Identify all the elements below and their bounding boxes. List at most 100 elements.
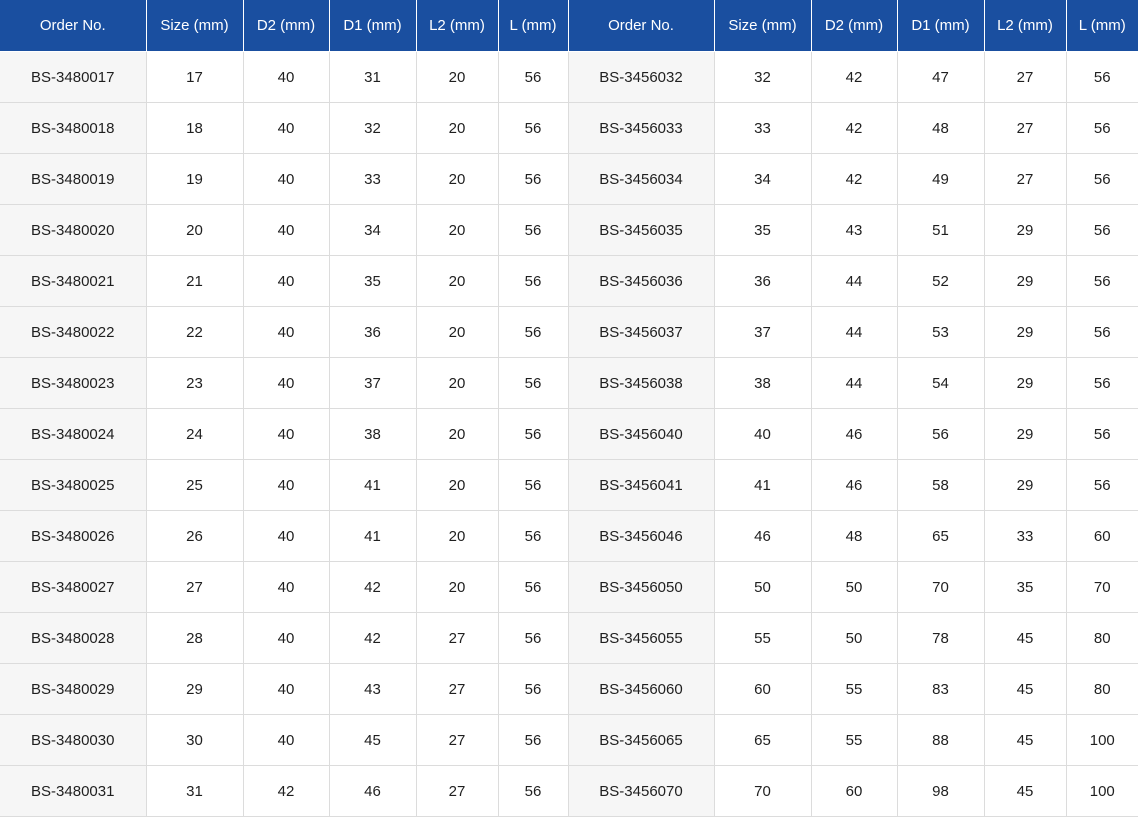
cell-size-2: 40 [713, 408, 812, 460]
cell-d2: 40 [242, 663, 330, 715]
cell-l2-2: 33 [983, 510, 1067, 562]
cell-d2: 40 [242, 561, 330, 613]
cell-d2: 40 [242, 408, 330, 460]
cell-l2: 27 [415, 612, 499, 664]
cell-d1-2: 56 [896, 408, 985, 460]
cell-d2-2: 42 [810, 153, 898, 205]
cell-l2: 20 [415, 102, 499, 154]
cell-l: 56 [497, 306, 569, 358]
cell-l-2: 56 [1065, 102, 1138, 154]
cell-l: 56 [497, 510, 569, 562]
cell-d2-2: 50 [810, 561, 898, 613]
cell-size-2: 36 [713, 255, 812, 307]
header-l2-2: L2 (mm) [984, 0, 1067, 52]
cell-l2: 20 [415, 510, 499, 562]
cell-d1: 41 [328, 510, 417, 562]
cell-d2-2: 43 [810, 204, 898, 256]
product-spec-table: Order No. Size (mm) D2 (mm) D1 (mm) L2 (… [0, 0, 1138, 817]
cell-l-2: 56 [1065, 357, 1138, 409]
cell-l-2: 56 [1065, 204, 1138, 256]
cell-l: 56 [497, 714, 569, 766]
cell-order-no: BS-3480030 [0, 714, 147, 766]
table-row: BS-3480028 28 40 42 27 56 BS-3456055 55 50 78 45 80 [0, 612, 1138, 664]
cell-order-no-2: BS-3456070 [567, 765, 715, 817]
cell-d2: 40 [242, 306, 330, 358]
table-row: BS-3480030 30 40 45 27 56 BS-3456065 65 55 88 45 10… [0, 714, 1138, 766]
cell-order-no: BS-3480020 [0, 204, 147, 256]
table-row: BS-3480031 31 42 46 27 56 BS-3456070 70 60 98 45 10… [0, 765, 1138, 817]
cell-d1: 45 [328, 714, 417, 766]
cell-size-2: 32 [713, 51, 812, 103]
cell-d2-2: 46 [810, 459, 898, 511]
cell-d1: 34 [328, 204, 417, 256]
cell-d2: 40 [242, 51, 330, 103]
cell-order-no: BS-3480027 [0, 561, 147, 613]
cell-size: 23 [145, 357, 244, 409]
table-row: BS-3480017 17 40 31 20 56 BS-3456032 32 42 47 27 56 [0, 51, 1138, 103]
cell-l2: 27 [415, 714, 499, 766]
cell-size: 28 [145, 612, 244, 664]
cell-d2: 40 [242, 459, 330, 511]
cell-l2: 20 [415, 408, 499, 460]
cell-order-no: BS-3480026 [0, 510, 147, 562]
cell-l: 56 [497, 612, 569, 664]
cell-order-no-2: BS-3456036 [567, 255, 715, 307]
cell-l: 56 [497, 255, 569, 307]
cell-d1: 43 [328, 663, 417, 715]
table-row: BS-3480023 23 40 37 20 56 BS-3456038 38 44 54 29 56 [0, 357, 1138, 409]
cell-l: 56 [497, 561, 569, 613]
cell-size: 31 [145, 765, 244, 817]
cell-l: 56 [497, 663, 569, 715]
cell-l-2: 60 [1065, 510, 1138, 562]
cell-order-no-2: BS-3456032 [567, 51, 715, 103]
cell-l2: 20 [415, 459, 499, 511]
header-order-no: Order No. [0, 0, 147, 52]
cell-l2: 27 [415, 663, 499, 715]
cell-size-2: 55 [713, 612, 812, 664]
table-header-row: Order No. Size (mm) D2 (mm) D1 (mm) L2 (… [0, 0, 1138, 52]
cell-d1-2: 70 [896, 561, 985, 613]
cell-l2-2: 35 [983, 561, 1067, 613]
cell-l-2: 80 [1065, 663, 1138, 715]
cell-l: 56 [497, 765, 569, 817]
cell-l2-2: 45 [983, 663, 1067, 715]
cell-size: 29 [145, 663, 244, 715]
cell-d2: 40 [242, 102, 330, 154]
cell-l: 56 [497, 459, 569, 511]
table-row: BS-3480024 24 40 38 20 56 BS-3456040 40 46 56 29 56 [0, 408, 1138, 460]
cell-order-no-2: BS-3456034 [567, 153, 715, 205]
cell-order-no: BS-3480025 [0, 459, 147, 511]
cell-d1: 41 [328, 459, 417, 511]
cell-l2-2: 27 [983, 51, 1067, 103]
cell-l2: 20 [415, 357, 499, 409]
cell-d1: 37 [328, 357, 417, 409]
cell-l-2: 100 [1065, 765, 1138, 817]
cell-d1-2: 78 [896, 612, 985, 664]
cell-order-no: BS-3480029 [0, 663, 147, 715]
cell-size: 21 [145, 255, 244, 307]
header-d1-2: D1 (mm) [897, 0, 985, 52]
cell-order-no-2: BS-3456033 [567, 102, 715, 154]
cell-order-no: BS-3480017 [0, 51, 147, 103]
cell-d2-2: 50 [810, 612, 898, 664]
cell-l2: 20 [415, 204, 499, 256]
cell-l: 56 [497, 204, 569, 256]
cell-size: 24 [145, 408, 244, 460]
cell-l2-2: 29 [983, 306, 1067, 358]
cell-order-no: BS-3480028 [0, 612, 147, 664]
cell-order-no-2: BS-3456041 [567, 459, 715, 511]
cell-l2: 20 [415, 561, 499, 613]
cell-order-no: BS-3480018 [0, 102, 147, 154]
cell-l2: 20 [415, 51, 499, 103]
cell-d1-2: 54 [896, 357, 985, 409]
cell-d2: 40 [242, 204, 330, 256]
cell-l-2: 56 [1065, 153, 1138, 205]
cell-d2: 40 [242, 510, 330, 562]
cell-size: 20 [145, 204, 244, 256]
table-row: BS-3480019 19 40 33 20 56 BS-3456034 34 42 49 27 56 [0, 153, 1138, 205]
header-d2: D2 (mm) [243, 0, 330, 52]
cell-order-no-2: BS-3456060 [567, 663, 715, 715]
cell-size: 27 [145, 561, 244, 613]
cell-size: 25 [145, 459, 244, 511]
cell-l2-2: 45 [983, 714, 1067, 766]
